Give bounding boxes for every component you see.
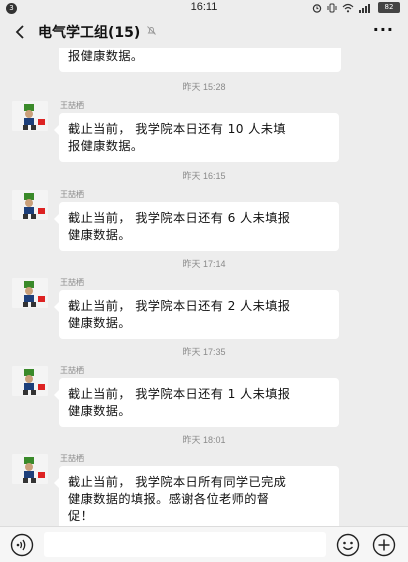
message-line: 促！ xyxy=(68,509,94,523)
message-bubble[interactable]: 截止当前， 我学院本日还有 6 人未填报 健康数据。 xyxy=(54,202,339,251)
avatar-image xyxy=(12,101,48,131)
chat-header: 电气学工组(15) ··· xyxy=(0,16,408,48)
message-line: 报健康数据。 xyxy=(68,49,144,63)
mute-bell-icon xyxy=(147,26,156,35)
message-bubble[interactable]: 截止当前， 我学院本日还有 2 人未填报 健康数据。 xyxy=(54,290,339,339)
avatar[interactable] xyxy=(12,366,48,396)
sender-name: 王喆栖 xyxy=(60,366,84,375)
message-line: 健康数据的填报。感谢各位老师的督 xyxy=(68,492,270,506)
sender-name: 王喆栖 xyxy=(60,190,84,199)
avatar[interactable] xyxy=(12,454,48,484)
avatar-image xyxy=(12,454,48,484)
avatar[interactable] xyxy=(12,190,48,220)
message-line: 报健康数据。 xyxy=(68,139,144,153)
sender-name: 王喆栖 xyxy=(60,454,84,463)
message-line: 截止当前， 我学院本日还有 6 人未填报 xyxy=(68,211,291,225)
sender-name: 王喆栖 xyxy=(60,278,84,287)
chat-title: 电气学工组(15) xyxy=(38,25,141,41)
status-bar: 3 16:11 82 xyxy=(0,0,408,16)
more-dots-icon[interactable]: ··· xyxy=(373,20,394,39)
message-line: 截止当前， 我学院本日还有 10 人未填 xyxy=(68,122,286,136)
message-bubble[interactable]: 截止当前， 我学院本日还有 10 人未填 报健康数据。 xyxy=(54,113,339,162)
voice-icon[interactable] xyxy=(10,533,34,557)
message-line: 健康数据。 xyxy=(68,404,131,418)
message-bubble[interactable]: 截止当前， 我学院本日还有 1 人未填报 健康数据。 xyxy=(54,378,339,427)
status-icons: 82 xyxy=(312,2,400,13)
alarm-icon xyxy=(312,3,322,13)
chat-messages: 报健康数据。 昨天 15:28 王喆栖 截止当前， 我学院本日还有 10 人未填… xyxy=(0,48,408,526)
plus-icon[interactable] xyxy=(372,533,396,557)
emoji-icon[interactable] xyxy=(336,533,360,557)
message-line: 健康数据。 xyxy=(68,316,131,330)
vibrate-icon xyxy=(327,3,337,12)
message-bubble[interactable]: 报健康数据。 xyxy=(59,48,341,72)
avatar[interactable] xyxy=(12,278,48,308)
back-arrow-icon[interactable] xyxy=(12,22,30,42)
avatar-image xyxy=(12,366,48,396)
signal-icon xyxy=(359,3,370,13)
message-line: 健康数据。 xyxy=(68,228,131,242)
message-input[interactable] xyxy=(44,532,326,557)
avatar-image xyxy=(12,278,48,308)
battery-indicator: 82 xyxy=(378,2,400,13)
message-line: 截止当前， 我学院本日还有 2 人未填报 xyxy=(68,299,291,313)
message-timestamp: 昨天 16:15 xyxy=(182,171,226,181)
avatar[interactable] xyxy=(12,101,48,131)
avatar-image xyxy=(12,190,48,220)
input-bar xyxy=(0,526,408,562)
message-bubble[interactable]: 截止当前， 我学院本日所有同学已完成 健康数据的填报。感谢各位老师的督 促！ xyxy=(54,466,339,526)
wifi-icon xyxy=(342,3,354,12)
message-line: 截止当前， 我学院本日所有同学已完成 xyxy=(68,475,287,489)
message-timestamp: 昨天 17:14 xyxy=(182,259,226,269)
message-line: 截止当前， 我学院本日还有 1 人未填报 xyxy=(68,387,291,401)
message-timestamp: 昨天 17:35 xyxy=(182,347,226,357)
message-timestamp: 昨天 18:01 xyxy=(182,435,226,445)
sender-name: 王喆栖 xyxy=(60,101,84,110)
message-timestamp: 昨天 15:28 xyxy=(182,82,226,92)
